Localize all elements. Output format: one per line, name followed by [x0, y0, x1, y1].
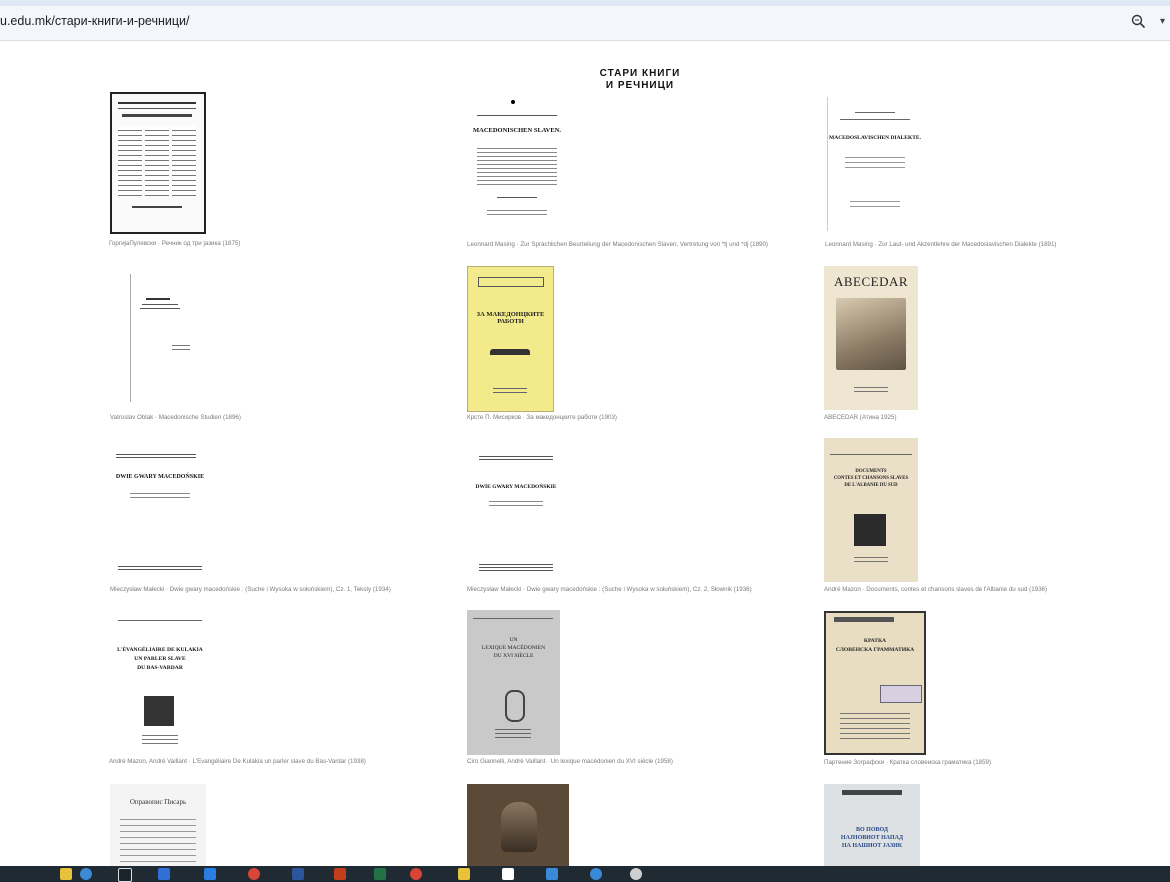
cover-title-line: DOCUMENTS: [855, 469, 887, 474]
portrait: [501, 802, 537, 852]
book-card[interactable]: ВО ПОВОД НАЈНОВИОТ НАПАД НА НАШИОТ ЈАЗИК: [824, 784, 920, 868]
book-card[interactable]: ГоргијаПулевски · Речник од три јазика (…: [109, 92, 240, 247]
book-cover[interactable]: КРАТКА СЛОВЕНСКА ГРАММАТИКА: [824, 611, 926, 755]
book-caption[interactable]: Ciro Giannelli, André Vaillant · Un lexi…: [467, 758, 673, 765]
edge-icon[interactable]: [80, 868, 92, 880]
book-card[interactable]: Vatroslav Oblak · Macedonische Studien (…: [110, 270, 241, 421]
cover-title: DOCUMENTS CONTES ET CHANSONS SLAVES DE L…: [824, 468, 918, 489]
book-caption[interactable]: Vatroslav Oblak · Macedonische Studien (…: [110, 414, 241, 421]
book-caption[interactable]: Leonnard Masing · Zur Laut- und Akzentle…: [825, 241, 1056, 248]
chevron-down-icon[interactable]: ▾: [1160, 16, 1170, 28]
book-card[interactable]: DWIE GWARY MACEDOŃSKIE Mieczysław Małeck…: [467, 446, 752, 593]
settings-icon[interactable]: [630, 868, 642, 880]
book-cover[interactable]: Оправопис Писарь: [110, 784, 206, 868]
book-cover[interactable]: DOCUMENTS CONTES ET CHANSONS SLAVES DE L…: [824, 438, 918, 582]
book-cover[interactable]: ВО ПОВОД НАЈНОВИОТ НАПАД НА НАШИОТ ЈАЗИК: [824, 784, 920, 868]
book-card[interactable]: MACEDOSLAVISCHEN DIALEKTE. Leonnard Masi…: [825, 97, 1056, 248]
book-caption[interactable]: Mieczysław Małecki · Dwie gwary macedońs…: [467, 586, 752, 593]
cover-title-line: DU XVI SIÈCLE: [493, 653, 534, 659]
word-icon[interactable]: [292, 868, 304, 880]
book-caption[interactable]: Партение Зографски · Кратка словенска гр…: [824, 759, 991, 766]
app-icon[interactable]: [546, 868, 558, 880]
book-caption[interactable]: André Mazon · Documents, contes et chans…: [824, 586, 1047, 593]
cover-title-line: L'ÉVANGÉLIAIRE DE KULAKIA: [117, 647, 203, 653]
cover-title-line: НАЈНОВИОТ НАПАД: [840, 835, 904, 841]
address-bar[interactable]: u.edu.mk/стари-книги-и-речници/ ▾: [0, 6, 1170, 41]
chrome-icon[interactable]: [248, 868, 260, 880]
book-caption[interactable]: Leonnard Masing · Zur Sprachlichen Beurt…: [467, 241, 768, 248]
cover-title-line: НА НАШИОТ ЈАЗИК: [841, 843, 903, 849]
book-caption[interactable]: Mieczysław Małecki · Dwie gwary macedońs…: [110, 586, 391, 593]
cover-title-line: DE L'ALBANIE DU SUD: [844, 483, 898, 488]
cover-title-line: СЛОВЕНСКА ГРАММАТИКА: [835, 647, 915, 653]
book-cover[interactable]: ABECEDAR: [824, 266, 918, 410]
app-icon[interactable]: [590, 868, 602, 880]
excel-icon[interactable]: [374, 868, 386, 880]
book-caption[interactable]: Крсте П. Мисирков · За македонцките рабо…: [467, 414, 617, 421]
cover-title-line: КРАТКА: [863, 638, 887, 644]
powerpoint-icon[interactable]: [334, 868, 346, 880]
cover-title: L'ÉVANGÉLIAIRE DE KULAKIA UN PARLER SLAV…: [112, 646, 208, 673]
book-cover[interactable]: [467, 784, 569, 868]
explorer-icon[interactable]: [458, 868, 470, 880]
page-title-line2: И РЕЧНИЦИ: [605, 80, 675, 91]
book-cover[interactable]: MACEDONISCHEN SLAVEN.: [467, 97, 567, 231]
cover-title: UN LEXIQUE MACÉDONIEN DU XVI SIÈCLE: [467, 636, 560, 660]
cover-title-line: UN PARLER SLAVE: [134, 656, 186, 662]
book-cover[interactable]: DWIE GWARY MACEDOŃSKIE: [110, 440, 210, 578]
zoom-icon[interactable]: [1130, 13, 1148, 31]
cover-title-line: ВО ПОВОД: [855, 827, 888, 833]
url-text[interactable]: u.edu.mk/стари-книги-и-речници/: [0, 14, 189, 28]
book-caption[interactable]: ABECEDAR (Атина 1925): [824, 414, 897, 421]
book-cover[interactable]: [110, 270, 210, 406]
cover-title: ЗА МАКЕДОНЦКИТЕ РАБОТИ: [476, 311, 545, 325]
book-cover[interactable]: [110, 92, 206, 234]
book-cover[interactable]: UN LEXIQUE MACÉDONIEN DU XVI SIÈCLE: [467, 610, 560, 755]
cover-title: КРАТКА СЛОВЕНСКА ГРАММАТИКА: [826, 637, 924, 655]
document-icon[interactable]: [502, 868, 514, 880]
cover-title: MACEDONISCHEN SLAVEN.: [472, 127, 561, 134]
cover-title: ABECEDAR: [833, 274, 909, 289]
browser-icon[interactable]: [410, 868, 422, 880]
book-caption[interactable]: André Mazon, André Vaillant · L'Evangéli…: [109, 758, 366, 765]
cover-title-line: CONTES ET CHANSONS SLAVES: [833, 476, 909, 481]
book-card[interactable]: Оправопис Писарь: [110, 784, 206, 868]
folder-icon[interactable]: [60, 868, 72, 880]
book-caption[interactable]: ГоргијаПулевски · Речник од три јазика (…: [109, 240, 240, 247]
book-card[interactable]: MACEDONISCHEN SLAVEN. Leonnard Masing · …: [467, 97, 768, 248]
page-title: СТАРИ КНИГИ И РЕЧНИЦИ: [540, 68, 740, 92]
cover-title: ВО ПОВОД НАЈНОВИОТ НАПАД НА НАШИОТ ЈАЗИК: [824, 826, 920, 850]
book-card[interactable]: ЗА МАКЕДОНЦКИТЕ РАБОТИ Крсте П. Мисирков…: [467, 266, 617, 421]
page-title-line1: СТАРИ КНИГИ: [599, 68, 681, 79]
cover-title-line: UN: [509, 637, 518, 643]
book-card[interactable]: DOCUMENTS CONTES ET CHANSONS SLAVES DE L…: [824, 438, 1047, 593]
app-icon[interactable]: [204, 868, 216, 880]
book-card[interactable]: UN LEXIQUE MACÉDONIEN DU XVI SIÈCLE Ciro…: [467, 610, 673, 765]
taskbar: [0, 866, 1170, 882]
cover-title: Оправопис Писарь: [129, 798, 187, 806]
cover-title: DWIE GWARY MACEDOŃSKIE: [475, 484, 557, 490]
cover-title-line: LEXIQUE MACÉDONIEN: [481, 645, 546, 651]
book-card[interactable]: L'ÉVANGÉLIAIRE DE KULAKIA UN PARLER SLAV…: [109, 612, 366, 765]
cover-title: DWIE GWARY MACEDOŃSKIE: [115, 474, 205, 480]
book-card[interactable]: [467, 784, 569, 868]
book-cover[interactable]: ЗА МАКЕДОНЦКИТЕ РАБОТИ: [467, 266, 554, 412]
book-card[interactable]: DWIE GWARY MACEDOŃSKIE Mieczysław Małeck…: [110, 440, 391, 593]
book-card[interactable]: КРАТКА СЛОВЕНСКА ГРАММАТИКА Партение Зог…: [824, 611, 991, 766]
app-icon[interactable]: [158, 868, 170, 880]
cover-title: MACEDOSLAVISCHEN DIALEKTE.: [829, 135, 921, 141]
book-cover[interactable]: MACEDOSLAVISCHEN DIALEKTE.: [825, 97, 925, 231]
book-card[interactable]: ABECEDAR ABECEDAR (Атина 1925): [824, 266, 918, 421]
cover-title-line: DU BAS-VARDAR: [137, 665, 183, 671]
taskview-icon[interactable]: [118, 868, 132, 882]
book-cover[interactable]: L'ÉVANGÉLIAIRE DE KULAKIA UN PARLER SLAV…: [112, 612, 208, 754]
book-cover[interactable]: DWIE GWARY MACEDOŃSKIE: [475, 446, 557, 580]
